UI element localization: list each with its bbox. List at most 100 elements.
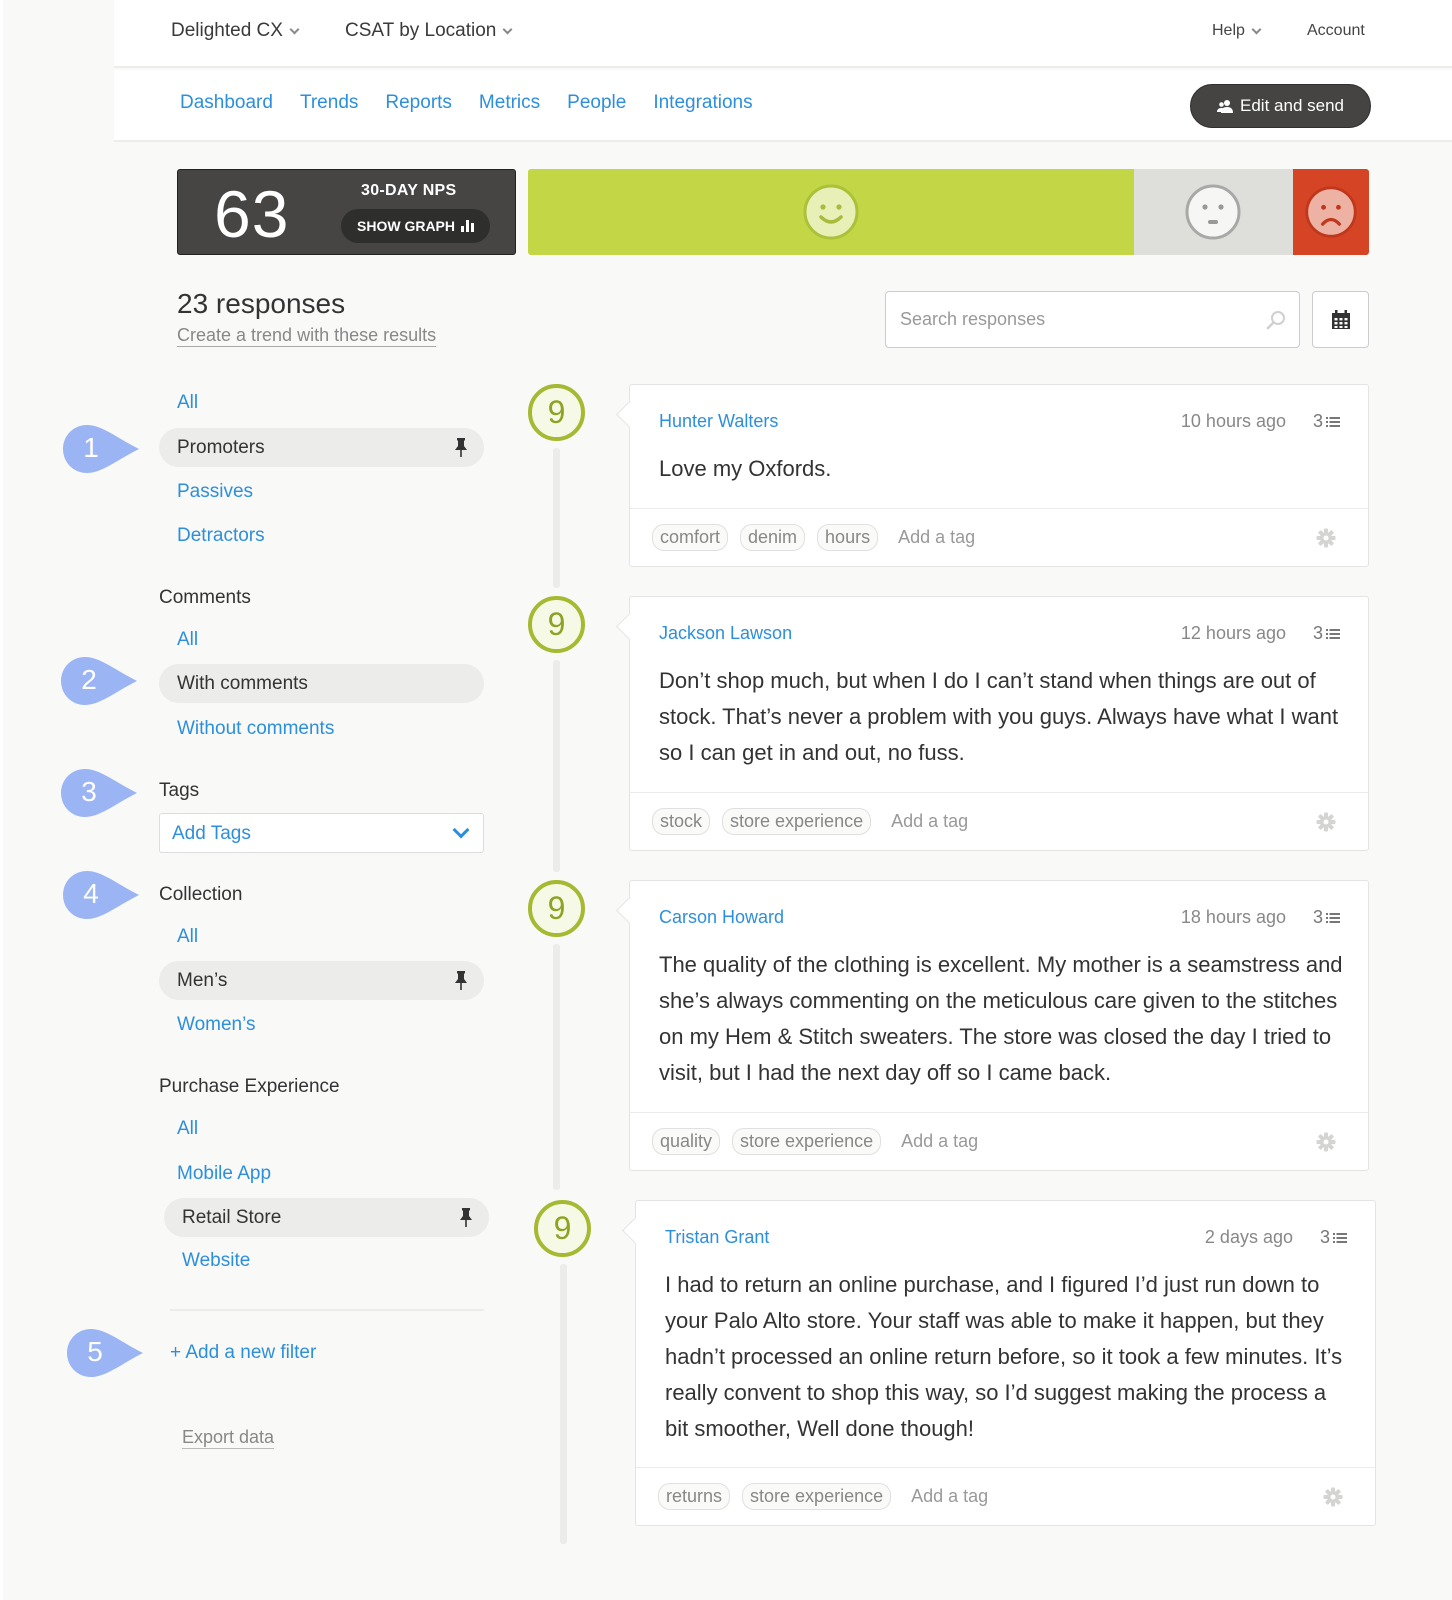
response-card: Carson Howard 18 hours ago 3 The quality…: [629, 880, 1369, 1171]
show-graph-label: SHOW GRAPH: [357, 218, 455, 234]
nav-reports[interactable]: Reports: [385, 92, 452, 114]
list-icon: [1326, 416, 1340, 427]
add-tag-input[interactable]: Add a tag: [891, 811, 968, 832]
filter-promoters-label: Promoters: [177, 436, 265, 458]
gear-icon[interactable]: [1316, 812, 1336, 832]
gear-icon[interactable]: [1316, 1132, 1336, 1152]
add-tag-input[interactable]: Add a tag: [898, 527, 975, 548]
help-menu[interactable]: Help: [1212, 22, 1262, 40]
filter-mobile-app[interactable]: Mobile App: [177, 1163, 271, 1185]
nav-people[interactable]: People: [567, 92, 626, 114]
neutral-face-icon: [1185, 184, 1241, 240]
top-bar: Delighted CX CSAT by Location Help Accou…: [114, 0, 1452, 68]
respondent-name[interactable]: Jackson Lawson: [659, 623, 792, 644]
filter-collection-all[interactable]: All: [177, 926, 198, 948]
filter-comments-all[interactable]: All: [177, 629, 198, 651]
nav-integrations[interactable]: Integrations: [653, 92, 752, 114]
filter-promoters[interactable]: Promoters: [159, 428, 484, 467]
account-link[interactable]: Account: [1307, 22, 1365, 40]
responses-count: 23 responses: [177, 288, 346, 319]
tag-chip[interactable]: denim: [740, 524, 806, 551]
collection-heading: Collection: [159, 884, 243, 905]
respondent-name[interactable]: Carson Howard: [659, 907, 784, 928]
nav-dashboard[interactable]: Dashboard: [180, 92, 273, 114]
tag-chip[interactable]: quality: [652, 1128, 721, 1155]
response-time: 18 hours ago: [1180, 907, 1286, 927]
chevron-down-icon: [1251, 24, 1262, 34]
tag-chip[interactable]: returns: [658, 1483, 731, 1510]
nps-summary: 63 30-DAY NPS SHOW GRAPH: [177, 169, 516, 255]
properties-count[interactable]: 3: [1313, 907, 1340, 928]
chevron-down-icon: [289, 24, 300, 34]
tag-chip[interactable]: store experience: [732, 1128, 882, 1155]
add-tag-input[interactable]: Add a tag: [911, 1486, 988, 1507]
filter-womens[interactable]: Women’s: [177, 1014, 256, 1036]
filter-passives[interactable]: Passives: [177, 481, 253, 503]
export-data-link[interactable]: Export data: [182, 1427, 275, 1449]
tags-select-value: Add Tags: [172, 823, 251, 844]
response-time: 2 days ago: [1204, 1227, 1293, 1247]
callout-marker-3: 3: [60, 768, 138, 818]
nav-trends[interactable]: Trends: [300, 92, 358, 114]
sad-face-icon: [1305, 186, 1357, 238]
filter-score-all[interactable]: All: [177, 392, 198, 414]
passives-segment[interactable]: [1133, 169, 1294, 255]
score-badge: 9: [528, 880, 585, 937]
filter-with-comments[interactable]: With comments: [159, 664, 484, 703]
response-comment: I had to return an online purchase, and …: [665, 1272, 1343, 1441]
timeline-line: [553, 448, 560, 588]
gear-icon[interactable]: [1323, 1487, 1343, 1507]
filter-without-comments[interactable]: Without comments: [177, 718, 334, 740]
tag-chip[interactable]: store experience: [742, 1483, 892, 1510]
respondent-name[interactable]: Hunter Walters: [659, 411, 778, 432]
properties-count[interactable]: 3: [1313, 411, 1340, 432]
detractors-segment[interactable]: [1293, 169, 1369, 255]
edit-and-send-button[interactable]: Edit and send: [1190, 84, 1371, 128]
tag-chip[interactable]: hours: [817, 524, 879, 551]
score-badge: 9: [528, 384, 585, 441]
properties-count[interactable]: 3: [1320, 1227, 1347, 1248]
pin-icon[interactable]: [459, 1208, 473, 1228]
list-icon: [1333, 1232, 1347, 1243]
respondent-name[interactable]: Tristan Grant: [665, 1227, 769, 1248]
nav-metrics[interactable]: Metrics: [479, 92, 540, 114]
filter-retail-store[interactable]: Retail Store: [164, 1198, 489, 1237]
chevron-down-icon: [502, 24, 513, 34]
callout-marker-5: 5: [66, 1328, 144, 1378]
filter-retail-store-label: Retail Store: [182, 1206, 282, 1228]
card-footer: comfort denim hours Add a tag: [630, 508, 1368, 566]
properties-count[interactable]: 3: [1313, 623, 1340, 644]
response-comment: Love my Oxfords.: [659, 456, 832, 481]
comments-heading: Comments: [159, 587, 251, 608]
filter-mens[interactable]: Men’s: [159, 961, 484, 1000]
show-graph-button[interactable]: SHOW GRAPH: [341, 209, 490, 243]
tag-chip[interactable]: comfort: [652, 524, 729, 551]
tag-chip[interactable]: store experience: [722, 808, 872, 835]
filter-detractors[interactable]: Detractors: [177, 525, 265, 547]
list-icon: [1326, 912, 1340, 923]
tag-chip[interactable]: stock: [652, 808, 711, 835]
edit-and-send-label: Edit and send: [1240, 96, 1344, 115]
nps-score: 63: [214, 177, 290, 251]
create-trend-link[interactable]: Create a trend with these results: [177, 325, 437, 347]
filter-purchase-all[interactable]: All: [177, 1118, 198, 1140]
tags-select[interactable]: Add Tags: [159, 813, 484, 853]
date-range-button[interactable]: [1312, 291, 1369, 348]
pin-icon[interactable]: [454, 971, 468, 991]
sidebar-divider: [170, 1309, 484, 1311]
account-label: Account: [1307, 22, 1365, 39]
search-input[interactable]: [900, 292, 1250, 347]
score-badge: 9: [534, 1200, 591, 1257]
project-switcher-label: CSAT by Location: [345, 20, 497, 41]
promoters-segment[interactable]: [528, 169, 1134, 255]
gear-icon[interactable]: [1316, 528, 1336, 548]
help-label: Help: [1212, 22, 1245, 39]
add-filter-link[interactable]: + Add a new filter: [170, 1342, 316, 1364]
pin-icon[interactable]: [454, 438, 468, 458]
purchase-experience-heading: Purchase Experience: [159, 1076, 340, 1097]
response-card: Jackson Lawson 12 hours ago 3 Don’t shop…: [629, 596, 1369, 851]
account-switcher[interactable]: Delighted CX: [171, 20, 300, 42]
filter-website[interactable]: Website: [182, 1250, 250, 1272]
add-tag-input[interactable]: Add a tag: [901, 1131, 978, 1152]
project-switcher[interactable]: CSAT by Location: [345, 20, 513, 42]
